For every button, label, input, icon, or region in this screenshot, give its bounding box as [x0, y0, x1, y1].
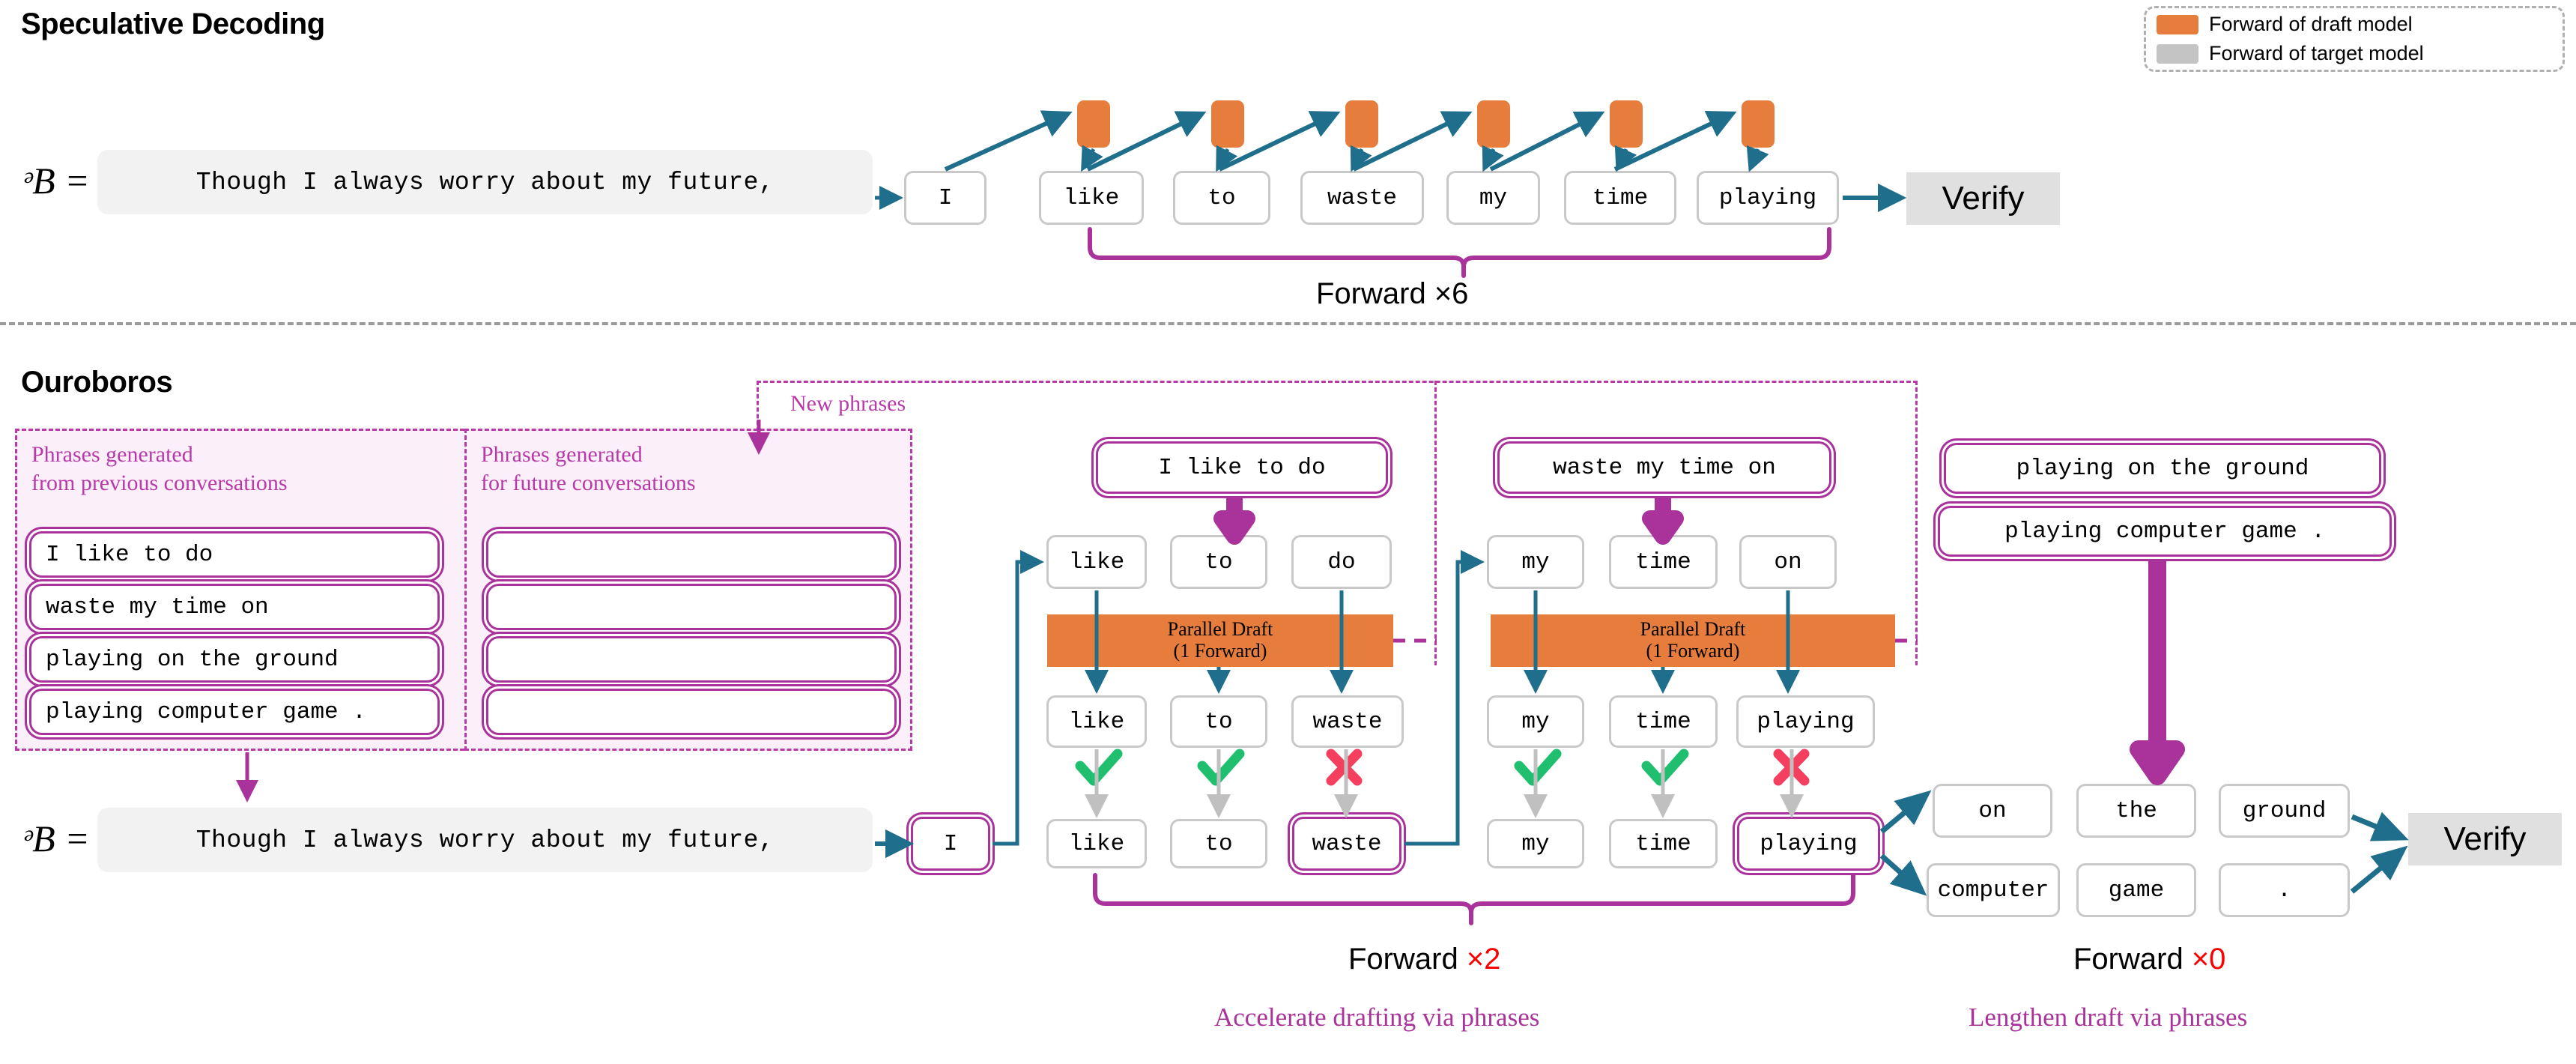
block-final-token: to	[1170, 819, 1267, 868]
new-phrases-separator	[1434, 381, 1437, 665]
spec-token-box: waste	[1300, 171, 1424, 225]
draft-forward-square	[1345, 100, 1378, 148]
block-phrase-input: waste my time on	[1500, 444, 1829, 492]
block-output-token: time	[1609, 695, 1718, 748]
ouroboros-p-label: ᵊB =	[22, 817, 90, 859]
ouroboros-prompt: Though I always worry about my future,	[97, 808, 873, 872]
parallel-draft-bar-line1: Parallel Draft	[1640, 618, 1746, 641]
ouroboros-verify-box: Verify	[2408, 813, 2562, 865]
block-output-token: like	[1046, 695, 1147, 748]
draft-forward-square	[1742, 100, 1775, 148]
parallel-draft-bar-line2: (1 Forward)	[1646, 640, 1740, 662]
block-output-token: waste	[1291, 695, 1404, 748]
right-phrase: playing computer game .	[1940, 508, 2389, 554]
spec-token-box: to	[1173, 171, 1270, 225]
spec-token-box: I	[904, 171, 987, 225]
phrase-table-future-header-line2: for future conversations	[481, 470, 696, 495]
draft-forward-square	[1477, 100, 1510, 148]
legend-label-draft: Forward of draft model	[2209, 13, 2413, 35]
ouroboros-sub-caption-1: Accelerate drafting via phrases	[1214, 1003, 1540, 1032]
phrase-table-future-header-line1: Phrases generated	[481, 442, 643, 467]
legend: Forward of draft model Forward of target…	[2144, 6, 2565, 72]
block-output-token: my	[1487, 695, 1584, 748]
phrase-row-previous[interactable]: playing on the ground	[31, 638, 437, 680]
ouroboros-section-title: Ouroboros	[21, 366, 173, 399]
candidate-token: the	[2076, 784, 2196, 838]
block-final-token: waste	[1294, 819, 1399, 868]
legend-item-target: Forward of target model	[2157, 42, 2552, 65]
block-phrase-input: I like to do	[1098, 444, 1386, 492]
speculative-p-label: ᵊB =	[22, 160, 90, 202]
forward-caption-count: ×2	[1466, 943, 1501, 976]
phrase-row-previous[interactable]: playing computer game .	[31, 691, 437, 733]
forward-caption-prefix: Forward	[2073, 943, 2192, 976]
block-input-token: do	[1291, 535, 1392, 589]
phrase-table-previous-header-line2: from previous conversations	[31, 470, 288, 495]
ouroboros-start-token: I	[913, 819, 988, 868]
grey-swatch-icon	[2157, 43, 2198, 64]
forward-caption-count: ×0	[2191, 943, 2226, 976]
phrase-row-future[interactable]	[488, 533, 894, 575]
parallel-draft-bar: Parallel Draft (1 Forward)	[1047, 614, 1393, 667]
new-phrases-label: New phrases	[790, 391, 906, 416]
spec-token-box: time	[1564, 171, 1676, 225]
block-input-token: to	[1170, 535, 1267, 589]
block-final-token: my	[1487, 819, 1584, 868]
parallel-draft-bar: Parallel Draft (1 Forward)	[1491, 614, 1895, 667]
candidate-token: game	[2076, 863, 2196, 917]
section-divider	[0, 322, 2576, 325]
block-final-token: time	[1609, 819, 1718, 868]
ouroboros-forward-caption-2: Forward ×0	[2073, 943, 2225, 976]
phrase-row-future[interactable]	[488, 586, 894, 628]
candidate-token: computer	[1927, 863, 2060, 917]
candidate-token: on	[1933, 784, 2052, 838]
phrase-row-previous[interactable]: I like to do	[31, 533, 437, 575]
spec-token-box: like	[1039, 171, 1144, 225]
speculative-section-title: Speculative Decoding	[21, 7, 325, 40]
block-input-token: like	[1046, 535, 1147, 589]
spec-token-box: playing	[1697, 171, 1839, 225]
spec-forward-caption: Forward ×6	[1316, 277, 1469, 310]
candidate-token: ground	[2219, 784, 2350, 838]
phrase-table-previous-header-line1: Phrases generated	[31, 442, 193, 467]
right-phrase: playing on the ground	[1946, 445, 2379, 492]
phrase-row-future[interactable]	[488, 691, 894, 733]
legend-item-draft: Forward of draft model	[2157, 13, 2552, 36]
block-input-token: on	[1739, 535, 1837, 589]
legend-label-target: Forward of target model	[2209, 42, 2424, 64]
draft-forward-square	[1211, 100, 1244, 148]
phrase-row-previous[interactable]: waste my time on	[31, 586, 437, 628]
phrase-table-previous-header: Phrases generated from previous conversa…	[31, 441, 451, 497]
block-final-token: like	[1046, 819, 1147, 868]
ouroboros-forward-caption-1: Forward ×2	[1348, 943, 1500, 976]
spec-verify-box: Verify	[1906, 172, 2060, 225]
phrase-table-future-header: Phrases generated for future conversatio…	[481, 441, 900, 497]
parallel-draft-bar-line1: Parallel Draft	[1167, 618, 1273, 641]
draft-forward-square	[1077, 100, 1110, 148]
orange-swatch-icon	[2157, 14, 2198, 34]
candidate-token: .	[2219, 863, 2350, 917]
block-output-token: playing	[1736, 695, 1875, 748]
forward-caption-prefix: Forward	[1348, 943, 1467, 976]
parallel-draft-bar-line2: (1 Forward)	[1173, 640, 1267, 662]
phrase-row-future[interactable]	[488, 638, 894, 680]
block-output-token: to	[1170, 695, 1267, 748]
ouroboros-sub-caption-2: Lengthen draft via phrases	[1969, 1003, 2248, 1032]
block-input-token: my	[1487, 535, 1584, 589]
spec-token-box: my	[1446, 171, 1540, 225]
speculative-prompt: Though I always worry about my future,	[97, 150, 873, 214]
draft-forward-square	[1610, 100, 1643, 148]
block-input-token: time	[1609, 535, 1718, 589]
block-final-token: playing	[1739, 819, 1878, 868]
